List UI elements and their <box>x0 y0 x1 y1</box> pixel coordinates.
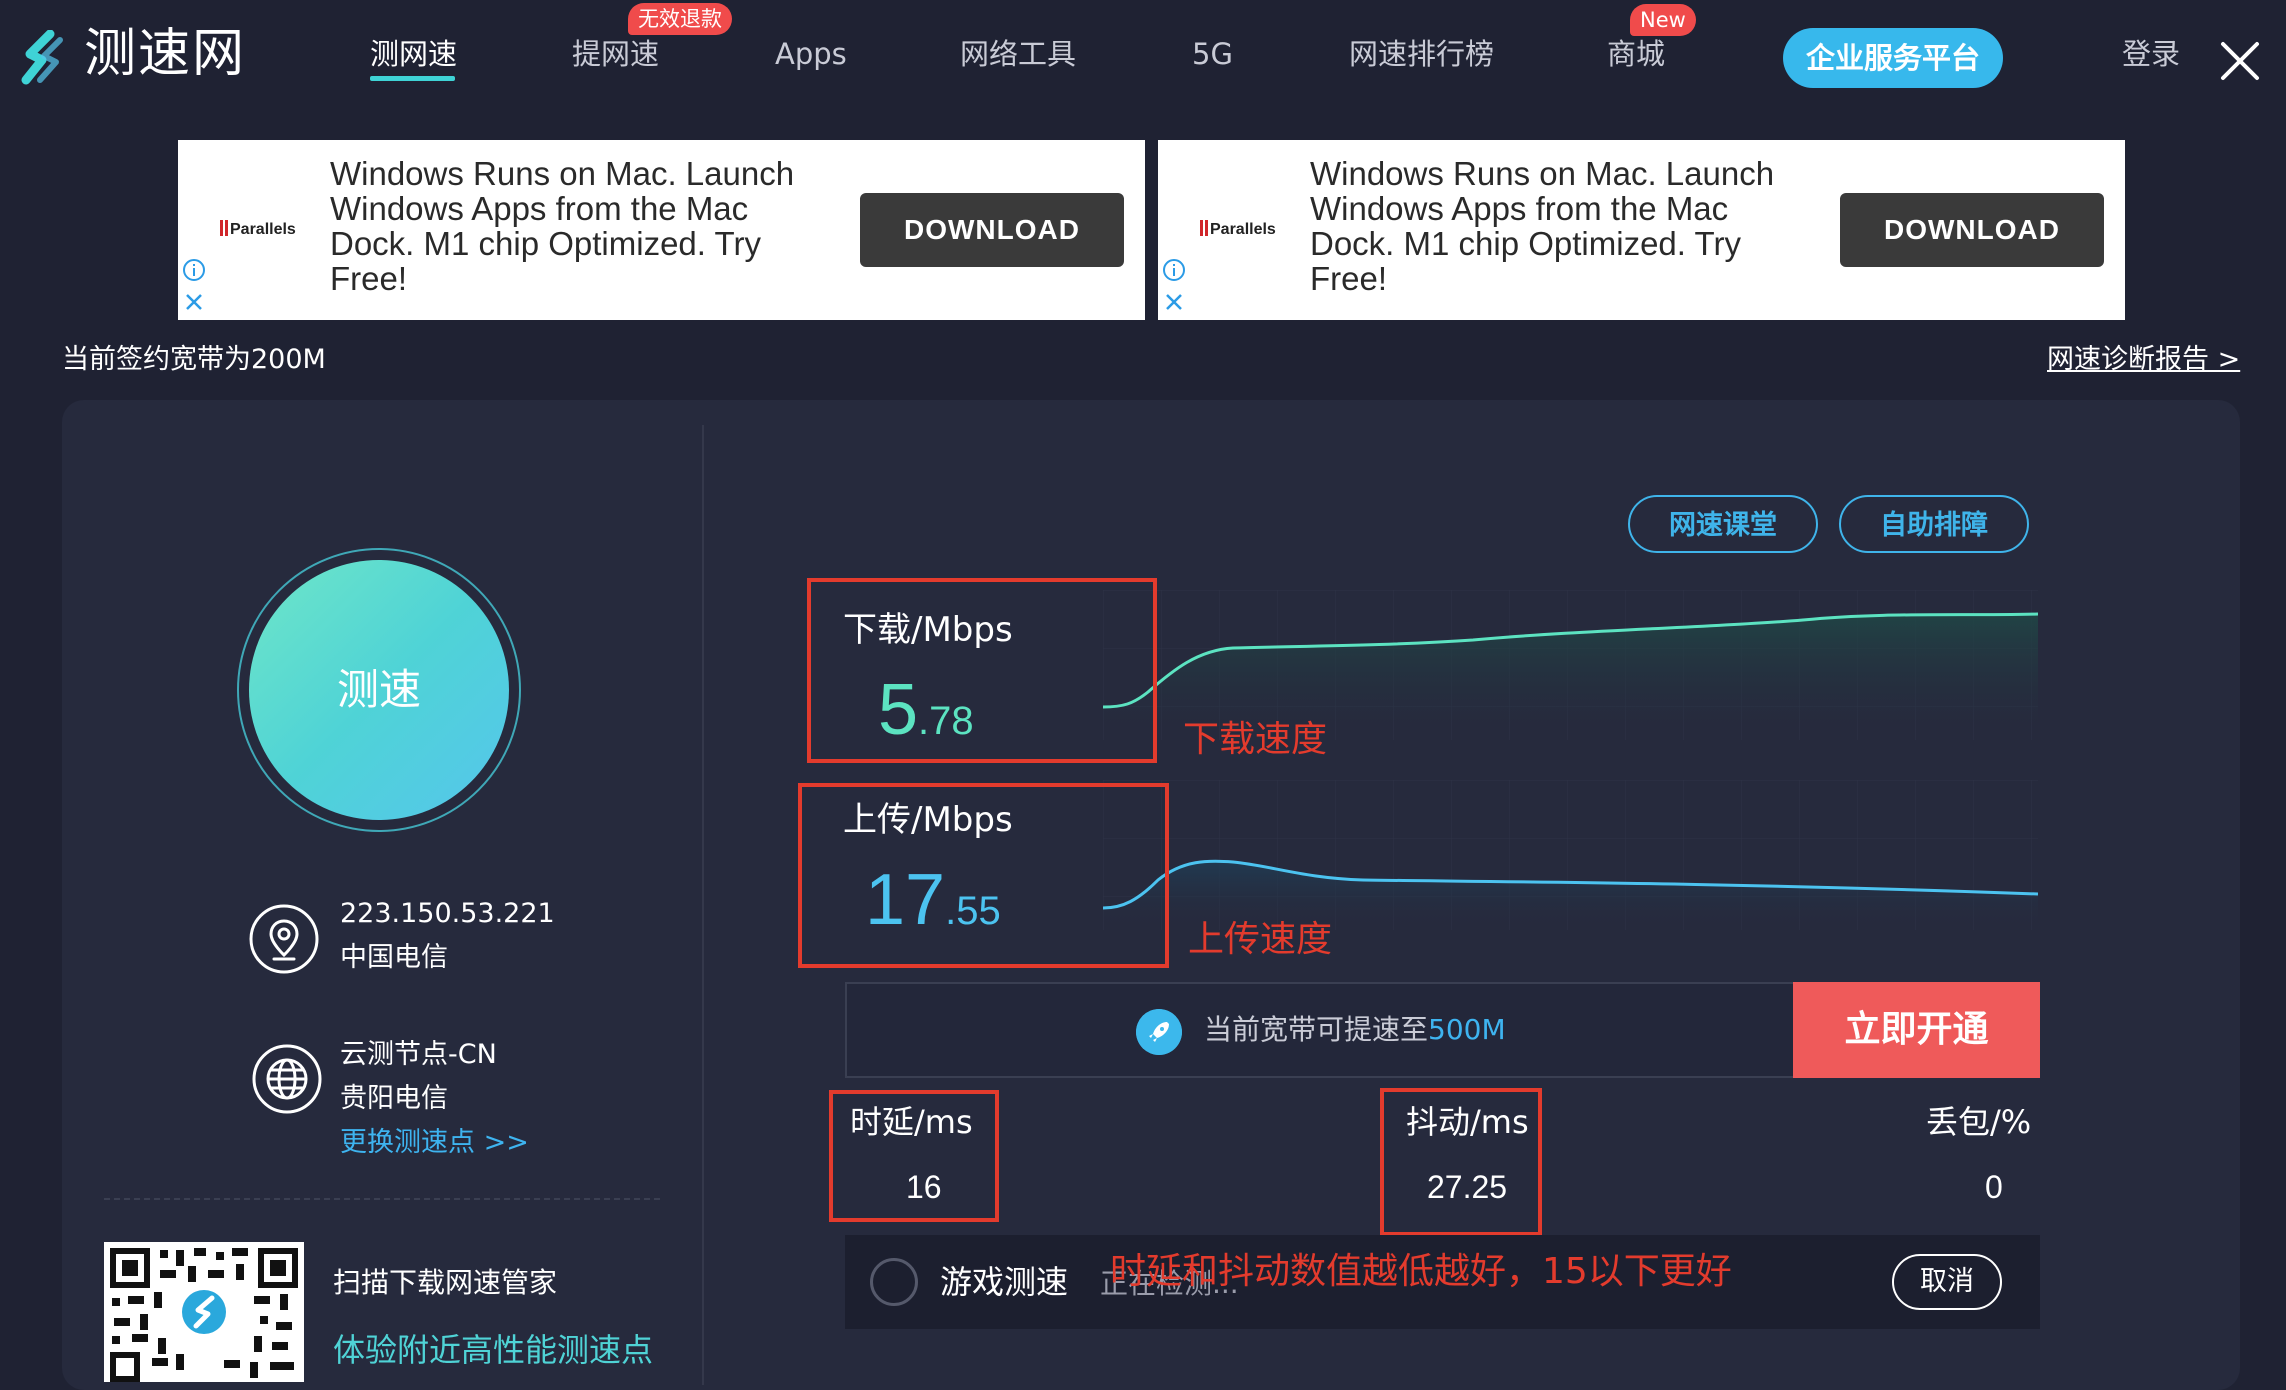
download-value: 5.78 <box>878 670 974 750</box>
download-label: 下载/Mbps <box>843 610 1013 650</box>
isp-name: 中国电信 <box>340 942 448 973</box>
ad-download-button[interactable]: DOWNLOAD <box>860 193 1124 267</box>
node-name: 云测节点-CN <box>340 1039 497 1070</box>
nav-store[interactable]: 商城 <box>1607 30 1665 78</box>
nav-boost-speed[interactable]: 提网速 <box>572 30 659 78</box>
speed-course-button[interactable]: 网速课堂 <box>1628 495 1818 553</box>
nav-network-tools[interactable]: 网络工具 <box>960 30 1076 78</box>
latency-jitter-annotation: 时延和抖动数值越低越好，15以下更好 <box>1110 1251 1732 1292</box>
dashed-divider <box>104 1198 660 1200</box>
start-test-label[interactable]: 测速 <box>249 656 509 724</box>
ad-copy: Windows Runs on Mac. Launch Windows Apps… <box>1310 155 1775 297</box>
jitter-value: 27.25 <box>1427 1169 1508 1205</box>
nav-rankings[interactable]: 网速排行榜 <box>1349 30 1494 78</box>
qr-title: 扫描下载网速管家 <box>333 1266 558 1299</box>
diagnosis-report-link[interactable]: 网速诊断报告 > <box>2047 342 2240 378</box>
ad-download-button[interactable]: DOWNLOAD <box>1840 193 2104 267</box>
login-link[interactable]: 登录 <box>2122 30 2180 78</box>
ip-address: 223.150.53.221 <box>340 898 555 929</box>
new-badge: New <box>1630 4 1696 36</box>
ad-banner-2[interactable]: Parallels Windows Runs on Mac. Launch Wi… <box>1158 140 2125 320</box>
change-node-link[interactable]: 更换测速点 >> <box>340 1121 529 1165</box>
panel-divider <box>702 425 704 1385</box>
upload-annotation: 上传速度 <box>1188 919 1333 960</box>
ad-info-icon[interactable] <box>1162 258 1186 282</box>
upload-value: 17.55 <box>865 860 1001 940</box>
ad-close-icon[interactable] <box>182 290 206 314</box>
upload-label: 上传/Mbps <box>843 800 1013 840</box>
ad-close-icon[interactable] <box>1162 290 1186 314</box>
cancel-game-test-button[interactable]: 取消 <box>1892 1254 2002 1310</box>
latency-value: 16 <box>906 1169 942 1205</box>
nav-active-indicator <box>370 76 455 81</box>
jitter-label: 抖动/ms <box>1406 1103 1529 1141</box>
game-test-label: 游戏测速 <box>940 1263 1069 1301</box>
latency-label: 时延/ms <box>850 1103 973 1141</box>
game-test-radio[interactable] <box>870 1258 918 1306</box>
globe-icon <box>252 1044 322 1114</box>
packet-loss-label: 丢包/% <box>1926 1103 2032 1141</box>
parallels-logo: Parallels <box>1200 220 1276 239</box>
nav-speed-test[interactable]: 测网速 <box>370 30 457 78</box>
download-highlight-box <box>807 578 1157 763</box>
contract-bandwidth-text: 当前签约宽带为200M <box>62 344 326 375</box>
self-troubleshoot-button[interactable]: 自助排障 <box>1839 495 2029 553</box>
ad-banner-1[interactable]: Parallels Windows Runs on Mac. Launch Wi… <box>178 140 1145 320</box>
packet-loss-value: 0 <box>1985 1169 2003 1205</box>
enterprise-platform-button[interactable]: 企业服务平台 <box>1783 28 2003 88</box>
parallels-logo: Parallels <box>220 220 296 239</box>
location-icon <box>249 904 319 974</box>
node-carrier: 贵阳电信 <box>340 1083 448 1114</box>
upgrade-text: 当前宽带可提速至500M <box>1204 1013 1506 1046</box>
close-icon[interactable] <box>2215 36 2265 86</box>
qr-code <box>104 1242 304 1382</box>
ad-copy: Windows Runs on Mac. Launch Windows Apps… <box>330 155 795 297</box>
ad-info-icon[interactable] <box>182 258 206 282</box>
download-annotation: 下载速度 <box>1183 719 1328 760</box>
activate-now-button[interactable]: 立即开通 <box>1793 982 2040 1078</box>
logo-icon[interactable] <box>16 30 74 88</box>
qr-subtitle: 体验附近高性能测速点 <box>333 1331 654 1369</box>
nav-5g[interactable]: 5G <box>1192 30 1233 78</box>
logo-text[interactable]: 测速网 <box>84 22 246 86</box>
top-nav: 测速网 测网速 提网速 无效退款 Apps 网络工具 5G 网速排行榜 商城 N… <box>0 0 2286 115</box>
upload-speed-chart <box>1103 780 2038 930</box>
refund-badge: 无效退款 <box>628 3 732 35</box>
nav-apps[interactable]: Apps <box>775 30 847 78</box>
rocket-icon <box>1136 1009 1182 1055</box>
